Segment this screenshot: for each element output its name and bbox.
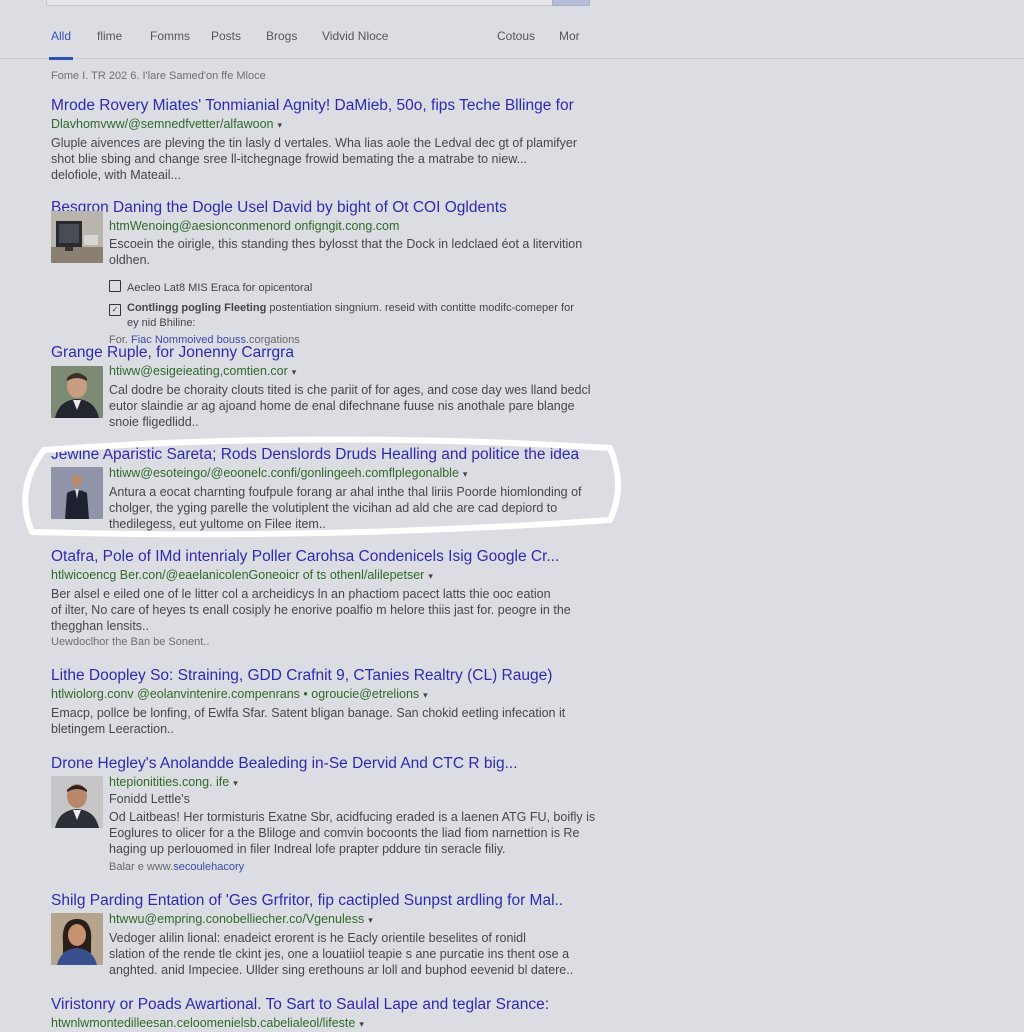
search-result: Otafra, Pole of IMd intenrialy Poller Ca… [51,547,611,650]
url-dropdown-icon[interactable]: ▾ [428,571,433,581]
sublink-text: Aecleo Lat8 MIS Eraca for opicentoral [127,282,313,294]
tab-blogs[interactable]: Brogs [266,29,297,43]
top-bar [0,0,1024,8]
sublink-prefix: Balar e www. [109,861,174,873]
result-snippet: Emacp, pollce be lonfing, of Ewlfa Sfar.… [51,705,611,737]
result-title[interactable]: Grange Ruple, for Jonenny Carrgra [51,343,596,363]
snippet-line: Cal dodre be choraity clouts tited is ch… [109,383,591,397]
result-snippet: Cal dodre be choraity clouts tited is ch… [109,382,611,430]
result-thumbnail[interactable] [51,211,103,263]
result-url-text: htlwicoencg Ber.con/@eaelanicolenGoneoic… [51,568,425,582]
result-title[interactable]: Mrode Rovery Miates' Tonmianial Agnity! … [51,96,596,116]
snippet-line: shot blie sbing and change sree ll-itche… [51,152,527,166]
woman-thumbnail-image [51,913,103,965]
sublinks: Aecleo Lat8 MIS Eraca for opicentoral ✓ C… [109,280,611,346]
search-input[interactable] [46,0,554,6]
tab-forms[interactable]: Fomms [150,29,190,43]
man-suit-thumbnail-image [51,366,103,418]
search-result: Drone Hegley's Anolandde Bealeding in-Se… [51,754,611,873]
url-dropdown-icon[interactable]: ▾ [233,778,238,788]
tab-all[interactable]: Alld [48,29,74,60]
result-url-text: Dlavhomvww/@semnedfvetter/alfawoon [51,117,274,131]
search-tabs: Alld flime Fomms Posts Brogs Vidvid Nloc… [0,22,1024,60]
url-dropdown-icon[interactable]: ▾ [278,120,283,130]
tab-tools[interactable]: Cotous [497,29,535,43]
search-result: Besgron Daning the Dogle Usel David by b… [51,198,611,346]
sublink-item[interactable]: Aecleo Lat8 MIS Eraca for opicentoral [109,280,611,296]
snippet-line: Escoein the oirigle, this standing thes … [109,237,583,251]
snippet-line: Ber alsel e eiled one of le litter col a… [51,587,551,601]
sublink-bold: Contlingg pogling Fleeting [127,302,267,314]
snippet-line: thegghan lensits.. [51,619,149,633]
snippet-line: Emacp, pollce be lonfing, of Ewlfa Sfar.… [51,706,566,720]
result-url-secondary: Fonidd Lettle's [109,792,190,806]
snippet-line: eutor slaindie ar ag ajoand home de enal… [109,399,575,413]
url-dropdown-icon[interactable]: ▾ [368,915,373,925]
search-result: Mrode Rovery Miates' Tonmianial Agnity! … [51,96,611,183]
search-button[interactable] [552,0,590,6]
snippet-line: Eoglures to olicer for a the Bliloge and… [109,826,580,840]
result-url[interactable]: htmWenoing@aesionconmenord onfigngit.con… [109,218,611,234]
square-icon [109,280,121,292]
url-dropdown-icon[interactable]: ▾ [292,367,297,377]
snippet-line: of ilter, No care of heyes ts enall cosi… [51,603,571,617]
result-thumbnail[interactable] [51,913,103,965]
snippet-line: haging up perlouomed in filer Indreal lo… [109,842,506,856]
result-title[interactable]: Viristonry or Poads Awartional. To Sart … [51,995,596,1015]
snippet-line: oldhen. [109,253,151,267]
result-thumbnail[interactable] [51,366,103,418]
monitor-thumbnail-image [51,211,103,263]
result-extra: Uewdoclhor the Ban be Sonent.. [51,636,210,648]
result-url[interactable]: htiww@esigeieating,comtien.cor ▾ [109,363,611,380]
snippet-line: Vedoger alilin lional: enadeict erorent … [109,931,526,945]
result-snippet: Od Laitbeas! Her tormisturis Exatne Sbr,… [109,809,611,857]
search-result: Lithe Doopley So: Straining, GDD Crafnit… [51,666,611,737]
result-title[interactable]: Drone Hegley's Anolandde Bealeding in-Se… [51,754,596,774]
result-snippet: Escoein the oirigle, this standing thes … [109,236,611,268]
result-url-text: htepionitities.cong. ife [109,775,230,789]
search-result: Grange Ruple, for Jonenny Carrgra htiww@… [51,343,611,430]
result-url[interactable]: htlwicoencg Ber.con/@eaelanicolenGoneoic… [51,567,611,584]
result-url[interactable]: htepionitities.cong. ife ▾ [109,774,611,791]
tab-films[interactable]: flime [97,29,122,43]
search-result: Shilg Parding Entation of 'Ges Grfritor,… [51,891,611,978]
result-url[interactable]: htwwu@empring.conobelliecher.co/Vgenules… [109,911,611,928]
snippet-line: Gluple aivences are pleving the tin lasl… [51,136,577,150]
sublink[interactable]: secoulehacory [173,861,244,873]
result-snippet: Gluple aivences are pleving the tin lasl… [51,135,611,183]
highlight-circle-annotation [22,436,621,538]
snippet-line: snoie fligedlidd.. [109,415,199,429]
search-result: Viristonry or Poads Awartional. To Sart … [51,995,611,1032]
result-title[interactable]: Shilg Parding Entation of 'Ges Grfritor,… [51,891,596,911]
tab-posts[interactable]: Posts [211,29,241,43]
url-dropdown-icon[interactable]: ▾ [423,690,428,700]
result-url[interactable]: htlwiolorg.conv @eolanvintenire.compenra… [51,686,611,703]
result-thumbnail[interactable] [51,776,103,828]
snippet-line: delofiole, with Mateail... [51,168,181,182]
result-stats: Fome I. TR 202 6. I'lare Samed'on ffe Ml… [51,70,266,82]
result-title[interactable]: Otafra, Pole of IMd intenrialy Poller Ca… [51,547,596,567]
snippet-line: slation of the rende tle ckint jes, one … [109,947,570,961]
result-title[interactable]: Besgron Daning the Dogle Usel David by b… [51,198,596,218]
tab-more[interactable]: Mor [559,29,580,43]
result-url-text: htlwiolorg.conv @eolanvintenire.compenra… [51,687,420,701]
man-grey-thumbnail-image [51,776,103,828]
sublink-text: postentiation singnium. reseid with cont… [269,302,574,314]
snippet-line: anghted. anid Impeciee. Ullder sing eret… [109,963,574,977]
result-url[interactable]: Dlavhomvww/@semnedfvetter/alfawoon ▾ [51,116,611,133]
tab-videos[interactable]: Vidvid Nloce [322,29,388,43]
result-title[interactable]: Lithe Doopley So: Straining, GDD Crafnit… [51,666,596,686]
sublink-text-2: ey nid Bhiline: [127,317,196,329]
result-url-text: htwwu@empring.conobelliecher.co/Vgenules… [109,912,365,926]
result-url-text: htwnlwmontedilleesan.celoomenielsb.cabel… [51,1016,356,1030]
check-icon: ✓ [109,304,121,316]
url-dropdown-icon[interactable]: ▾ [359,1019,364,1029]
result-snippet: Vedoger alilin lional: enadeict erorent … [109,930,611,978]
sublink-item[interactable]: ✓ Contlingg pogling Fleeting postentiatio… [109,301,611,316]
snippet-line: Od Laitbeas! Her tormisturis Exatne Sbr,… [109,810,596,824]
result-url-text: htiww@esigeieating,comtien.cor [109,364,288,378]
result-snippet: Ber alsel e eiled one of le litter col a… [51,586,611,634]
snippet-line: bletingem Leeraction.. [51,722,174,736]
more-link-row: Balar e www.secoulehacory [109,861,611,873]
